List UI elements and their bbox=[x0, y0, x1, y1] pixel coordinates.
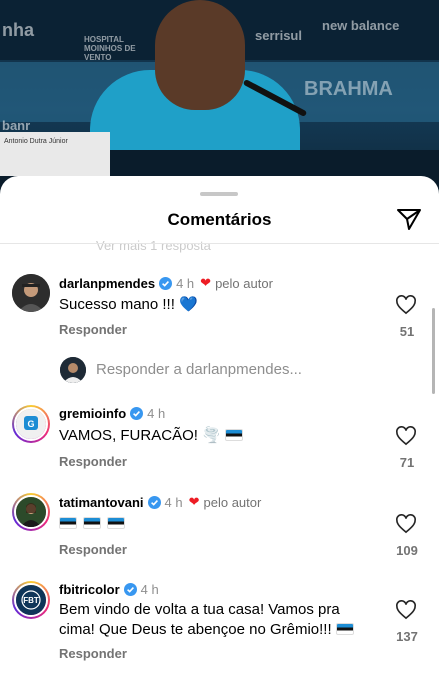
comment-meta: tatimantovani 4 h ❤ pelo autor bbox=[59, 494, 261, 510]
sponsor-logo: BRAHMA bbox=[304, 78, 393, 100]
post-photo: nha HOSPITAL MOINHOS DE VENTO serrisul n… bbox=[0, 0, 439, 200]
username[interactable]: gremioinfo bbox=[59, 406, 126, 421]
sponsor-logo: serrisul bbox=[255, 28, 302, 43]
svg-text:FBT: FBT bbox=[23, 596, 39, 605]
like-count: 71 bbox=[399, 455, 415, 470]
reply-button[interactable]: Responder bbox=[59, 454, 127, 469]
like-count: 109 bbox=[396, 543, 418, 558]
reply-button[interactable]: Responder bbox=[59, 646, 127, 661]
comment-time: 4 h bbox=[176, 275, 195, 291]
like-heart-icon[interactable] bbox=[395, 295, 417, 315]
sponsor-logo: banr bbox=[2, 118, 31, 133]
flag-emoji bbox=[335, 623, 354, 635]
comment-text: Bem vindo de volta a tua casa! Vamos pra… bbox=[59, 600, 356, 640]
scrollbar[interactable] bbox=[432, 308, 435, 394]
comment-time: 4 h bbox=[140, 582, 159, 597]
sheet-grabber[interactable] bbox=[200, 192, 238, 196]
name-plaque: Antonio Dutra Júnior bbox=[0, 132, 110, 176]
player-head bbox=[155, 0, 245, 110]
comment-text: Sucesso mano !!! 💙 bbox=[59, 296, 198, 313]
verified-badge-icon bbox=[130, 407, 144, 420]
like-count: 137 bbox=[396, 629, 418, 644]
flag-emoji bbox=[107, 517, 126, 529]
like-count: 51 bbox=[399, 324, 415, 339]
sheet-title: Comentários bbox=[167, 210, 272, 229]
sponsor-logo: new balance bbox=[322, 18, 400, 33]
reply-button[interactable]: Responder bbox=[59, 542, 127, 557]
avatar[interactable]: G bbox=[12, 405, 50, 443]
username[interactable]: darlanpmendes bbox=[59, 276, 155, 291]
avatar[interactable] bbox=[12, 274, 50, 312]
comment-meta: fbitricolor 4 h bbox=[59, 582, 159, 597]
liked-by-author-heart-icon: ❤ bbox=[188, 494, 200, 509]
sponsor-logo: nha bbox=[2, 20, 35, 40]
by-author-label: pelo autor bbox=[215, 275, 273, 291]
liked-by-author-heart-icon: ❤ bbox=[200, 275, 212, 290]
like-heart-icon[interactable] bbox=[395, 600, 417, 620]
by-author-label: pelo autor bbox=[203, 494, 262, 510]
flag-emoji bbox=[224, 429, 243, 441]
like-heart-icon[interactable] bbox=[395, 514, 417, 534]
comment-text: VAMOS, FURACÃO! 🌪️ bbox=[59, 426, 245, 446]
like-heart-icon[interactable] bbox=[395, 426, 417, 446]
username[interactable]: fbitricolor bbox=[59, 582, 120, 597]
reply-button[interactable]: Responder bbox=[59, 322, 127, 337]
view-more-replies[interactable]: Ver mais 1 resposta bbox=[96, 238, 211, 253]
comment-meta: gremioinfo 4 h bbox=[59, 406, 165, 421]
username[interactable]: tatimantovani bbox=[59, 495, 144, 510]
verified-badge-icon bbox=[147, 495, 161, 509]
avatar[interactable] bbox=[12, 493, 50, 531]
avatar[interactable]: FBT bbox=[12, 581, 50, 619]
header-divider bbox=[0, 243, 439, 244]
share-icon[interactable] bbox=[395, 206, 423, 234]
reply-prompt[interactable]: Responder a darlanpmendes... bbox=[96, 361, 302, 378]
comment-meta: darlanpmendes 4 h ❤ pelo autor bbox=[59, 275, 273, 291]
flag-emoji bbox=[59, 517, 77, 529]
comments-sheet: Comentários Ver mais 1 resposta darlanpm… bbox=[0, 176, 439, 675]
flag-emoji bbox=[83, 517, 102, 529]
sponsor-logo: HOSPITAL MOINHOS DE VENTO bbox=[84, 35, 136, 62]
verified-badge-icon bbox=[159, 276, 173, 290]
verified-badge-icon bbox=[123, 583, 137, 596]
comment-text bbox=[59, 514, 127, 534]
comment-time: 4 h bbox=[147, 406, 166, 421]
comment-time: 4 h bbox=[164, 494, 183, 510]
svg-text:G: G bbox=[27, 419, 34, 429]
current-user-avatar bbox=[60, 357, 86, 383]
